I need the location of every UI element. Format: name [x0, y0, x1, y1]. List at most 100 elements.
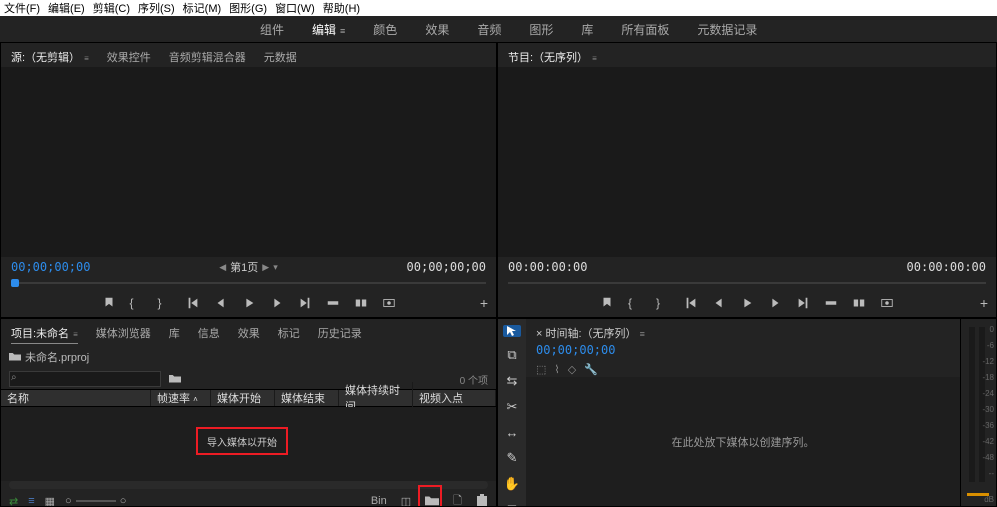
hand-tool-icon[interactable]: ✋	[503, 476, 521, 492]
go-in-icon[interactable]	[186, 296, 200, 310]
hamburger-icon[interactable]: ≡	[640, 329, 645, 339]
play-icon[interactable]	[740, 296, 754, 310]
icon-view-icon[interactable]: ▦	[45, 495, 55, 507]
marker-toggle-icon[interactable]: ◇	[568, 363, 576, 376]
timeline-timecode[interactable]: 00;00;00;00	[536, 343, 950, 357]
lift-icon[interactable]	[824, 296, 838, 310]
tab-markers[interactable]: 标记	[278, 325, 300, 341]
marker-icon[interactable]	[600, 296, 614, 310]
write-lock-icon[interactable]: ⇄	[9, 495, 18, 507]
hamburger-icon[interactable]: ≡	[73, 330, 78, 339]
mark-in-icon[interactable]: {	[130, 296, 144, 310]
pen-tool-icon[interactable]: ✎	[503, 450, 521, 466]
tab-info[interactable]: 信息	[198, 325, 220, 341]
extract-icon[interactable]	[852, 296, 866, 310]
menu-graphics[interactable]: 图形(G)	[229, 0, 267, 16]
new-bin-icon[interactable]	[425, 494, 439, 507]
ws-metadata[interactable]: 元数据记录	[697, 21, 757, 38]
hamburger-icon[interactable]: ≡	[592, 54, 597, 63]
step-forward-icon[interactable]	[270, 296, 284, 310]
playhead-icon[interactable]	[11, 279, 19, 287]
menu-marker[interactable]: 标记(M)	[183, 0, 222, 16]
tab-program[interactable]: 节目:（无序列）≡	[508, 49, 597, 65]
go-in-icon[interactable]	[684, 296, 698, 310]
ws-audio[interactable]: 音频	[477, 21, 501, 38]
col-video-in[interactable]: 视频入点	[413, 390, 496, 406]
export-frame-icon[interactable]	[382, 296, 396, 310]
timeline-title[interactable]: × 时间轴:（无序列） ≡	[536, 325, 950, 341]
tab-metadata[interactable]: 元数据	[264, 49, 297, 65]
source-timecode-in[interactable]: 00;00;00;00	[11, 260, 90, 274]
menu-clip[interactable]: 剪辑(C)	[93, 0, 130, 16]
source-scrub-bar[interactable]	[1, 277, 496, 289]
tab-effect-controls[interactable]: 效果控件	[107, 49, 151, 65]
chevron-down-icon[interactable]: ▾	[273, 262, 278, 273]
settings-wrench-icon[interactable]: 🔧	[584, 363, 598, 376]
step-back-icon[interactable]	[214, 296, 228, 310]
col-name[interactable]: 名称	[1, 390, 151, 406]
track-select-tool-icon[interactable]: ⧉	[503, 347, 521, 363]
tab-effects[interactable]: 效果	[238, 325, 260, 341]
filter-bin-icon[interactable]	[169, 373, 181, 386]
ws-editing[interactable]: 编辑≡	[312, 21, 345, 38]
menu-window[interactable]: 窗口(W)	[275, 0, 315, 16]
export-frame-icon[interactable]	[880, 296, 894, 310]
chevron-right-icon[interactable]: ▶	[262, 262, 269, 273]
go-out-icon[interactable]	[796, 296, 810, 310]
chevron-left-icon[interactable]: ◀	[219, 262, 226, 273]
project-search-input[interactable]	[9, 371, 161, 387]
marker-icon[interactable]	[102, 296, 116, 310]
step-back-icon[interactable]	[712, 296, 726, 310]
menu-edit[interactable]: 编辑(E)	[48, 0, 85, 16]
tab-source[interactable]: 源:（无剪辑）≡	[11, 49, 89, 65]
tab-media-browser[interactable]: 媒体浏览器	[96, 325, 151, 341]
source-viewport[interactable]	[1, 67, 496, 257]
program-scrub-bar[interactable]	[498, 277, 996, 289]
slip-tool-icon[interactable]: ↔	[503, 425, 521, 440]
hamburger-icon[interactable]: ≡	[340, 26, 345, 36]
step-forward-icon[interactable]	[768, 296, 782, 310]
add-button-icon[interactable]: +	[480, 295, 488, 311]
hamburger-icon[interactable]: ≡	[84, 54, 89, 63]
timeline-drop-area[interactable]: 在此处放下媒体以创建序列。	[526, 377, 960, 506]
play-icon[interactable]	[242, 296, 256, 310]
menu-help[interactable]: 帮助(H)	[323, 0, 360, 16]
tab-audio-clip-mixer[interactable]: 音频剪辑混合器	[169, 49, 246, 65]
mark-out-icon[interactable]: }	[158, 296, 172, 310]
program-timecode-in[interactable]: 00:00:00:00	[508, 260, 587, 274]
col-media-start[interactable]: 媒体开始	[211, 390, 275, 406]
ws-graphics[interactable]: 图形	[529, 21, 553, 38]
mark-out-icon[interactable]: }	[656, 296, 670, 310]
col-media-end[interactable]: 媒体结束	[275, 390, 339, 406]
source-page-nav[interactable]: ◀ 第1页 ▶ ▾	[219, 259, 278, 275]
project-h-scrollbar[interactable]	[9, 481, 488, 489]
add-button-icon[interactable]: +	[980, 295, 988, 311]
new-item-icon[interactable]: 🗋	[453, 492, 462, 507]
col-fps[interactable]: 帧速率 ˄	[151, 390, 211, 406]
tab-libraries[interactable]: 库	[169, 325, 180, 341]
list-view-icon[interactable]: ≡	[28, 495, 34, 507]
snap-icon[interactable]: ⬚	[536, 363, 546, 376]
trash-icon[interactable]	[476, 493, 488, 507]
type-tool-icon[interactable]: T	[503, 502, 521, 507]
go-out-icon[interactable]	[298, 296, 312, 310]
razor-tool-icon[interactable]: ✂	[503, 399, 521, 415]
import-media-prompt[interactable]: 导入媒体以开始	[196, 427, 288, 455]
menu-sequence[interactable]: 序列(S)	[138, 0, 175, 16]
insert-icon[interactable]	[326, 296, 340, 310]
selection-tool-icon[interactable]	[503, 325, 521, 337]
zoom-slider[interactable]: ○○	[65, 495, 126, 507]
ripple-tool-icon[interactable]: ⇆	[503, 373, 521, 389]
project-bin-area[interactable]: 导入媒体以开始	[1, 407, 496, 481]
tab-project[interactable]: 项目:未命名≡	[11, 325, 78, 341]
tab-history[interactable]: 历史记录	[318, 325, 362, 341]
freeform-view-icon[interactable]: ◫	[401, 495, 411, 507]
ws-color[interactable]: 颜色	[373, 21, 397, 38]
overwrite-icon[interactable]	[354, 296, 368, 310]
link-icon[interactable]: ⌇	[554, 363, 559, 376]
ws-effects[interactable]: 效果	[425, 21, 449, 38]
ws-assembly[interactable]: 组件	[260, 21, 284, 38]
ws-allpanels[interactable]: 所有面板	[621, 21, 669, 38]
program-viewport[interactable]	[498, 67, 996, 257]
ws-libraries[interactable]: 库	[581, 21, 593, 38]
